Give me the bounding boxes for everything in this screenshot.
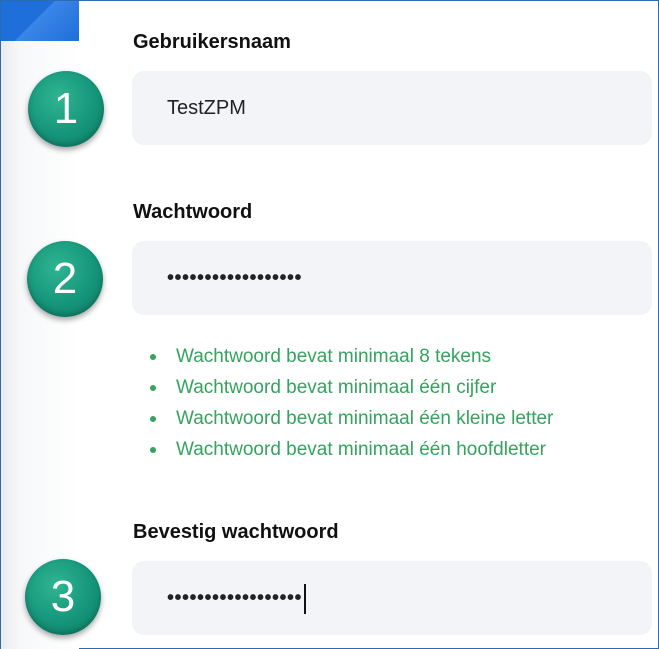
step-badge-3: 3: [25, 559, 101, 635]
password-field[interactable]: ••••••••••••••••••: [132, 241, 652, 315]
form-panel: Gebruikersnaam TestZPM 1 Wachtwoord ••••…: [0, 0, 659, 649]
password-label: Wachtwoord: [133, 201, 253, 223]
confirm-password-input-area: ••••••••••••••••••: [167, 561, 307, 635]
password-rule: Wachtwoord bevat minimaal 8 tekens: [148, 341, 553, 372]
password-rule: Wachtwoord bevat minimaal één kleine let…: [148, 403, 553, 434]
username-field[interactable]: TestZPM: [132, 71, 652, 145]
step-badge-1: 1: [28, 71, 104, 147]
corner-accent: [1, 1, 79, 41]
confirm-password-masked-value: ••••••••••••••••••: [167, 587, 303, 609]
username-label: Gebruikersnaam: [133, 31, 291, 53]
username-value: TestZPM: [167, 97, 246, 119]
password-rules-list: Wachtwoord bevat minimaal 8 tekens Wacht…: [148, 341, 553, 465]
password-rule: Wachtwoord bevat minimaal één hoofdlette…: [148, 434, 553, 465]
password-masked-value: ••••••••••••••••••: [167, 267, 303, 289]
password-rule: Wachtwoord bevat minimaal één cijfer: [148, 372, 553, 403]
confirm-password-field[interactable]: ••••••••••••••••••: [132, 561, 652, 635]
text-caret: [304, 583, 307, 614]
step-badge-2: 2: [27, 241, 103, 317]
confirm-password-label: Bevestig wachtwoord: [133, 521, 339, 543]
